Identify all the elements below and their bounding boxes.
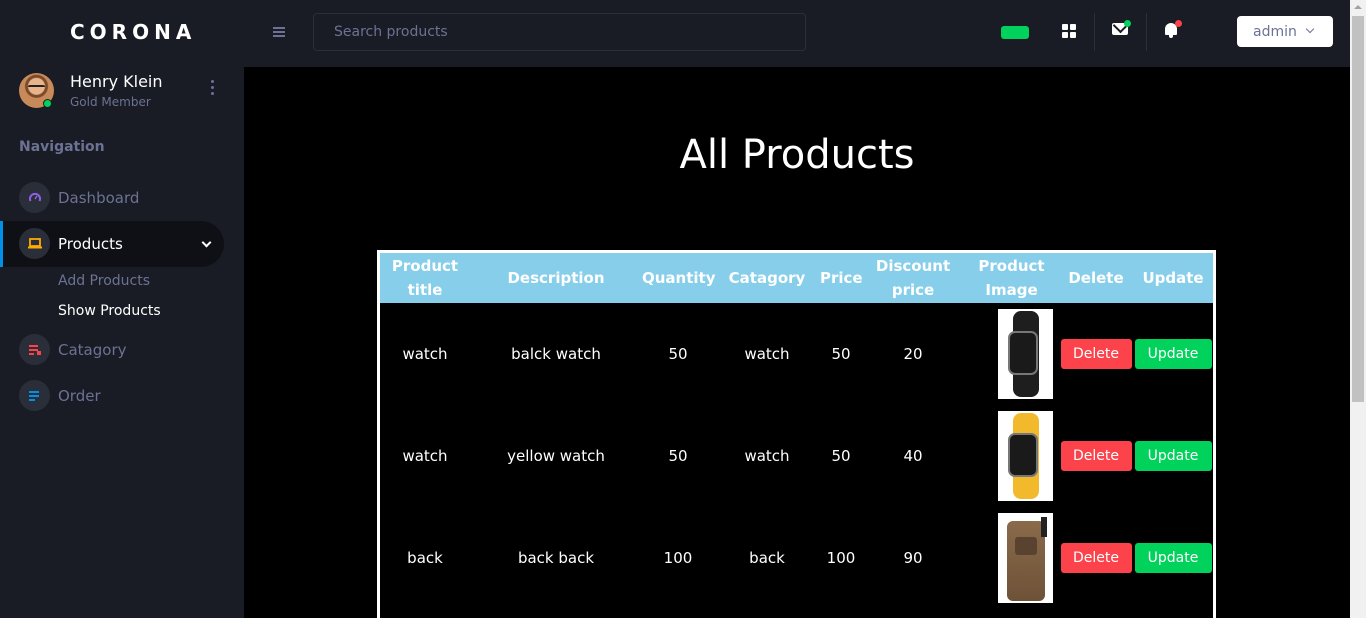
vertical-scrollbar[interactable]	[1350, 0, 1366, 618]
column-header: Discount price	[862, 253, 964, 303]
delete-button[interactable]: Delete	[1060, 441, 1132, 471]
sidebar-item-label: Products	[58, 235, 123, 253]
column-header: Update	[1133, 253, 1213, 303]
update-button[interactable]: Update	[1134, 339, 1212, 369]
quantity-cell: 100	[663, 549, 693, 567]
table-row: watch yellow watch 50 watch 50 40 Delete…	[380, 405, 1213, 507]
sidebar-item-dashboard[interactable]: Dashboard	[0, 175, 224, 221]
laptop-icon	[19, 228, 50, 259]
sidebar: CORONA Henry Klein Gold Member Navigatio…	[0, 0, 244, 618]
create-button[interactable]	[1001, 26, 1029, 39]
speedometer-icon	[19, 182, 50, 213]
discount-cell: 90	[903, 549, 923, 567]
column-header: Catagory	[714, 253, 820, 303]
product-title-cell: watch	[402, 345, 448, 363]
list-icon	[19, 380, 50, 411]
update-button[interactable]: Update	[1134, 441, 1212, 471]
column-header: Description	[470, 253, 642, 303]
sidebar-subitem-show-products[interactable]: Show Products	[58, 303, 161, 319]
update-button[interactable]: Update	[1134, 543, 1212, 573]
column-header: Delete	[1059, 253, 1133, 303]
user-menu-button[interactable]: admin	[1237, 16, 1333, 47]
backpack-image	[998, 513, 1053, 603]
description-cell: yellow watch	[507, 447, 605, 465]
scroll-thumb[interactable]	[1352, 16, 1364, 402]
sidebar-item-order[interactable]: Order	[0, 373, 224, 419]
quantity-cell: 50	[668, 447, 688, 465]
discount-cell: 40	[903, 447, 923, 465]
price-cell: 50	[831, 345, 851, 363]
divider	[1146, 13, 1147, 51]
category-cell: back	[749, 549, 785, 567]
sidebar-item-label: Order	[58, 387, 101, 405]
table-row: back back back 100 back 100 90 Delete Up…	[380, 507, 1213, 609]
sidebar-item-label: Catagory	[58, 341, 127, 359]
profile-name: Henry Klein	[70, 72, 163, 91]
sidebar-item-label: Dashboard	[58, 189, 140, 207]
sidebar-item-products[interactable]: Products	[0, 221, 224, 267]
user-menu-label: admin	[1253, 23, 1297, 40]
category-cell: watch	[744, 447, 790, 465]
sidebar-subitem-add-products[interactable]: Add Products	[58, 273, 150, 289]
playlist-icon	[19, 334, 50, 365]
column-header: Product title	[380, 253, 470, 303]
mail-badge	[1124, 20, 1131, 27]
chevron-down-icon	[1305, 24, 1315, 34]
delete-button[interactable]: Delete	[1060, 543, 1132, 573]
chevron-down-icon	[201, 237, 212, 248]
product-title-cell: back	[407, 549, 443, 567]
online-status-dot	[43, 99, 52, 108]
menu-toggle-icon[interactable]	[273, 27, 285, 39]
search-input[interactable]	[313, 13, 806, 51]
discount-cell: 20	[903, 345, 923, 363]
column-header: Price	[820, 253, 863, 303]
delete-button[interactable]: Delete	[1060, 339, 1132, 369]
product-title-cell: watch	[402, 447, 448, 465]
price-cell: 100	[826, 549, 856, 567]
user-profile: Henry Klein Gold Member	[19, 72, 229, 112]
sidebar-item-catagory[interactable]: Catagory	[0, 327, 224, 373]
divider	[1094, 13, 1095, 51]
products-table: Product title Description Quantity Catag…	[377, 250, 1216, 618]
column-header: Product Image	[964, 253, 1059, 303]
price-cell: 50	[831, 447, 851, 465]
yellow-watch-image	[998, 411, 1053, 501]
more-options-icon[interactable]	[211, 80, 215, 96]
nav-caption: Navigation	[19, 139, 105, 155]
column-header: Quantity	[642, 253, 716, 303]
description-cell: balck watch	[511, 345, 601, 363]
category-cell: watch	[744, 345, 790, 363]
profile-role: Gold Member	[70, 95, 151, 109]
brand-logo[interactable]: CORONA	[70, 20, 196, 44]
page-title: All Products	[679, 132, 915, 178]
scroll-up-arrow[interactable]	[1354, 5, 1362, 9]
top-navbar: admin	[244, 0, 1350, 67]
description-cell: back back	[517, 549, 595, 567]
apps-grid-icon[interactable]	[1062, 24, 1076, 38]
table-header-row: Product title Description Quantity Catag…	[380, 253, 1213, 303]
quantity-cell: 50	[668, 345, 688, 363]
black-watch-image	[998, 309, 1053, 399]
notification-badge	[1175, 20, 1182, 27]
table-row: watch balck watch 50 watch 50 20 Delete …	[380, 303, 1213, 405]
